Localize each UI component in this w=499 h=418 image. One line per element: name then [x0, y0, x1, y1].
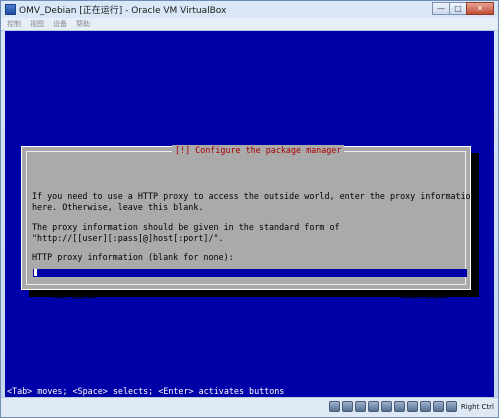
optical-drive-icon[interactable] [341, 401, 353, 412]
usb-icon[interactable] [354, 401, 366, 412]
display-icon[interactable] [393, 401, 405, 412]
cpu-icon[interactable] [419, 401, 431, 412]
window-title: OMV_Debian [正在运行] - Oracle VM VirtualBox [19, 6, 227, 16]
hard-disk-icon[interactable] [328, 401, 340, 412]
menu-view[interactable]: 视图 [30, 19, 44, 29]
proxy-format-line-2: "http://[[user][:pass]@]host[:port]/". [32, 233, 224, 243]
mouse-integration-icon[interactable] [432, 401, 444, 412]
proxy-explanation-line-1: If you need to use a HTTP proxy to acces… [32, 191, 476, 201]
host-key-icon [445, 401, 457, 412]
configure-package-manager-dialog: [!] Configure the package manager If you… [21, 145, 476, 301]
virtualbox-window: OMV_Debian [正在运行] - Oracle VM VirtualBox… [0, 0, 499, 418]
vm-screen[interactable]: [!] Configure the package manager If you… [5, 31, 494, 398]
proxy-field-label: HTTP proxy information (blank for none): [32, 252, 234, 262]
menu-help[interactable]: 帮助 [76, 19, 90, 29]
virtualbox-icon [5, 4, 16, 15]
device-tray: Right Ctrl [327, 401, 494, 412]
menu-machine[interactable]: 控制 [7, 19, 21, 29]
minimize-button[interactable]: — [432, 2, 450, 15]
menu-bar: 控制 视图 设备 帮助 [1, 18, 498, 31]
continue-button[interactable]: <Continue> [399, 291, 449, 301]
proxy-format-line-1: The proxy information should be given in… [32, 222, 340, 232]
text-cursor [34, 269, 37, 276]
dialog-frame: [!] Configure the package manager [26, 145, 466, 285]
window-controls: — □ ✕ [432, 2, 494, 15]
title-bar[interactable]: OMV_Debian [正在运行] - Oracle VM VirtualBox… [1, 1, 498, 18]
status-bar: Right Ctrl [1, 397, 498, 417]
proxy-explanation-line-2: here. Otherwise, leave this blank. [32, 202, 204, 212]
keyboard-help-line: <Tab> moves; <Space> selects; <Enter> ac… [7, 386, 285, 396]
go-back-button[interactable]: <Go Back> [52, 291, 97, 301]
host-key-label: Right Ctrl [460, 402, 494, 411]
dialog-title: [!] Configure the package manager [172, 145, 345, 155]
maximize-button[interactable]: □ [449, 2, 467, 15]
video-capture-icon[interactable] [406, 401, 418, 412]
network-icon[interactable] [380, 401, 392, 412]
shared-folders-icon[interactable] [367, 401, 379, 412]
http-proxy-input[interactable] [33, 269, 467, 277]
menu-devices[interactable]: 设备 [53, 19, 67, 29]
close-button[interactable]: ✕ [466, 2, 494, 15]
